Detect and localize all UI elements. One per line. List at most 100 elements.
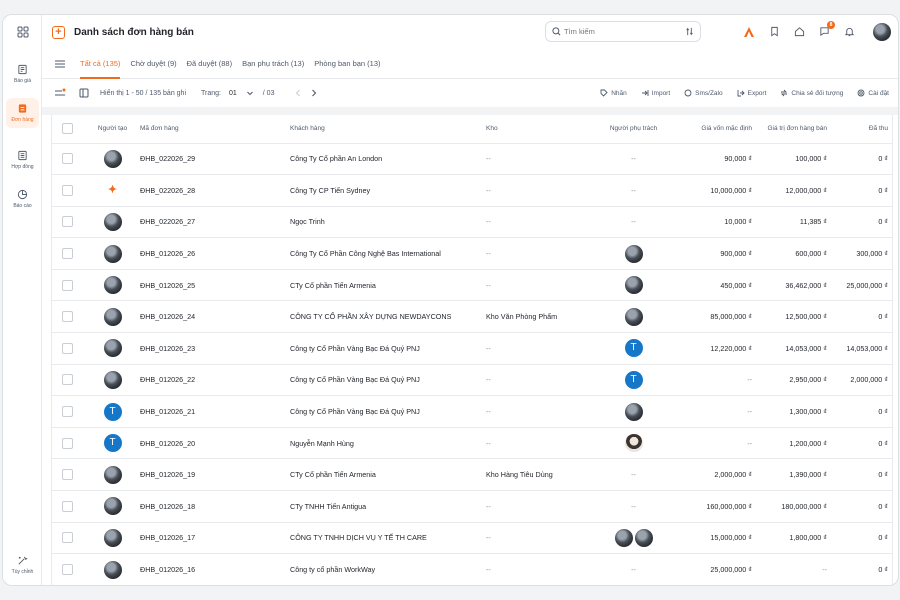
search-input[interactable] (564, 27, 685, 36)
customer-name[interactable]: CÔNG TY CỔ PHẦN XÂY DỰNG NEWDAYCONS (290, 300, 486, 334)
add-order-button[interactable]: + (52, 25, 65, 39)
order-code[interactable]: ĐHB_012026_16 (140, 553, 290, 585)
avatar[interactable] (103, 212, 122, 231)
avatar[interactable]: T (624, 339, 643, 358)
order-code[interactable]: ĐHB_012026_25 (140, 269, 290, 302)
avatar[interactable] (624, 434, 643, 453)
order-code[interactable]: ĐHB_012026_23 (140, 332, 290, 365)
table-row[interactable]: ĐHB_012026_16 Công ty cổ phần WorkWay -- --… (52, 553, 892, 585)
customer-name[interactable]: CTy Cổ phần Tiến Armenia (290, 458, 486, 492)
tab-all[interactable]: Tất cả (135) (80, 49, 121, 79)
avatar[interactable] (634, 528, 653, 547)
sms-zalo-button[interactable]: Sms/Zalo (684, 89, 723, 97)
table-row[interactable]: ĐHB_012026_22 Công ty Cổ Phần Vàng Bạc Đá… (52, 364, 892, 397)
sidebar-item-quotes[interactable]: Báo giá (6, 59, 39, 89)
table-row[interactable]: ĐHB_012026_23 Công ty Cổ Phần Vàng Bạc Đá… (52, 332, 892, 365)
row-checkbox[interactable] (62, 248, 73, 260)
avatar[interactable] (614, 528, 633, 547)
avatar[interactable] (103, 528, 122, 547)
avatar[interactable] (103, 149, 122, 168)
customer-name[interactable]: Công ty Cổ Phần Vàng Bạc Đá Quý PNJ (290, 364, 486, 397)
table-row[interactable]: ✦ ĐHB_022026_28 Công Ty CP Tiến Sydney -- --… (52, 174, 892, 207)
col-creator[interactable]: Người tạo (85, 115, 140, 144)
order-code[interactable]: ĐHB_012026_24 (140, 300, 290, 334)
filter-icon[interactable] (55, 88, 66, 99)
avatar[interactable] (103, 497, 122, 516)
table-row[interactable]: T ĐHB_012026_21 Công ty Cổ Phần Vàng Bạc Đ… (52, 395, 892, 428)
row-checkbox[interactable] (62, 216, 73, 228)
customer-name[interactable]: Công Ty Cổ Phần Công Nghệ Bas Internatio… (290, 237, 486, 270)
avatar[interactable]: ✦ (103, 181, 122, 200)
table-row[interactable]: ĐHB_012026_26 Công Ty Cổ Phần Công Nghệ B… (52, 237, 892, 270)
row-checkbox[interactable] (62, 469, 73, 481)
col-order-code[interactable]: Mã đơn hàng (140, 115, 290, 144)
sidebar-item-orders[interactable]: Đơn hàng (6, 98, 39, 128)
chat-icon[interactable]: 8 (818, 21, 835, 38)
sidebar-item-contracts[interactable]: Hợp đồng (6, 145, 39, 175)
avatar[interactable] (103, 339, 122, 358)
sidebar-item-reports[interactable]: Báo cáo (6, 184, 39, 214)
row-checkbox[interactable] (62, 279, 73, 291)
col-warehouse[interactable]: Kho (486, 115, 589, 144)
row-checkbox[interactable] (62, 311, 73, 323)
settings-button[interactable]: Cài đặt (857, 89, 889, 97)
avatar[interactable] (624, 244, 643, 263)
tab-approved[interactable]: Đã duyệt (88) (187, 49, 232, 79)
table-row[interactable]: ĐHB_022026_29 Công Ty Cổ phần An London --… (52, 143, 892, 176)
order-code[interactable]: ĐHB_012026_18 (140, 490, 290, 523)
customer-name[interactable]: Công ty Cổ Phần Vàng Bạc Đá Quý PNJ (290, 332, 486, 365)
avatar[interactable] (103, 244, 122, 263)
customer-name[interactable]: CÔNG TY TNHH DỊCH VỤ Y TẾ TH CARE (290, 522, 486, 555)
filter-sliders-icon[interactable] (685, 27, 694, 36)
order-code[interactable]: ĐHB_022026_27 (140, 206, 290, 239)
customer-name[interactable]: CTy Cổ phần Tiến Armenia (290, 269, 486, 302)
table-row[interactable]: ĐHB_012026_25 CTy Cổ phần Tiến Armenia -- 4… (52, 269, 892, 302)
share-object-button[interactable]: Chia sẻ đối tượng (780, 89, 843, 97)
avatar[interactable] (103, 370, 122, 389)
avatar[interactable]: T (624, 370, 643, 389)
avatar[interactable] (103, 307, 122, 326)
bookmark-icon[interactable] (768, 25, 781, 38)
table-row[interactable]: T ĐHB_012026_20 Nguyễn Mạnh Hùng -- -- 1,200,… (52, 427, 892, 460)
avatar[interactable] (103, 560, 122, 579)
tab-your-department[interactable]: Phòng ban bạn (13) (314, 49, 380, 79)
export-button[interactable]: Export (737, 89, 766, 97)
row-checkbox[interactable] (62, 406, 73, 418)
customer-name[interactable]: Nguyễn Mạnh Hùng (290, 427, 486, 460)
customer-name[interactable]: Công Ty CP Tiến Sydney (290, 174, 486, 207)
row-checkbox[interactable] (62, 500, 73, 512)
order-code[interactable]: ĐHB_012026_17 (140, 522, 290, 555)
columns-icon[interactable] (78, 88, 89, 99)
customer-name[interactable]: Công Ty Cổ phần An London (290, 143, 486, 176)
customer-name[interactable]: Công ty cổ phần WorkWay (290, 553, 486, 585)
home-icon[interactable] (793, 25, 806, 38)
order-code[interactable]: ĐHB_022026_29 (140, 143, 290, 176)
avatar[interactable] (103, 465, 122, 484)
order-code[interactable]: ĐHB_012026_21 (140, 395, 290, 428)
next-page-icon[interactable] (308, 88, 319, 99)
col-default-cost[interactable]: Giá vốn mặc định (678, 115, 758, 144)
page-select[interactable]: 01 (229, 89, 254, 97)
avatar[interactable]: T (103, 434, 122, 453)
order-code[interactable]: ĐHB_012026_19 (140, 458, 290, 492)
apps-grid-icon[interactable] (3, 21, 42, 43)
avatar[interactable] (103, 276, 122, 295)
col-assignee[interactable]: Người phụ trách (589, 115, 678, 144)
import-button[interactable]: Import (641, 89, 670, 97)
order-code[interactable]: ĐHB_012026_26 (140, 237, 290, 270)
brand-logo-icon[interactable] (742, 25, 755, 38)
row-checkbox[interactable] (62, 153, 73, 165)
select-all-checkbox[interactable] (62, 123, 73, 135)
user-avatar[interactable] (873, 23, 891, 41)
row-checkbox[interactable] (62, 532, 73, 544)
sidebar-item-customize[interactable]: Tùy chỉnh (6, 550, 39, 580)
bell-icon[interactable] (843, 25, 856, 38)
row-checkbox[interactable] (62, 342, 73, 354)
avatar[interactable] (624, 402, 643, 421)
avatar[interactable]: T (103, 402, 122, 421)
label-button[interactable]: Nhãn (600, 89, 627, 97)
search-box[interactable] (545, 21, 701, 42)
col-customer[interactable]: Khách hàng (290, 115, 486, 144)
tab-assigned-to-you[interactable]: Bạn phụ trách (13) (242, 49, 304, 79)
avatar[interactable] (624, 276, 643, 295)
